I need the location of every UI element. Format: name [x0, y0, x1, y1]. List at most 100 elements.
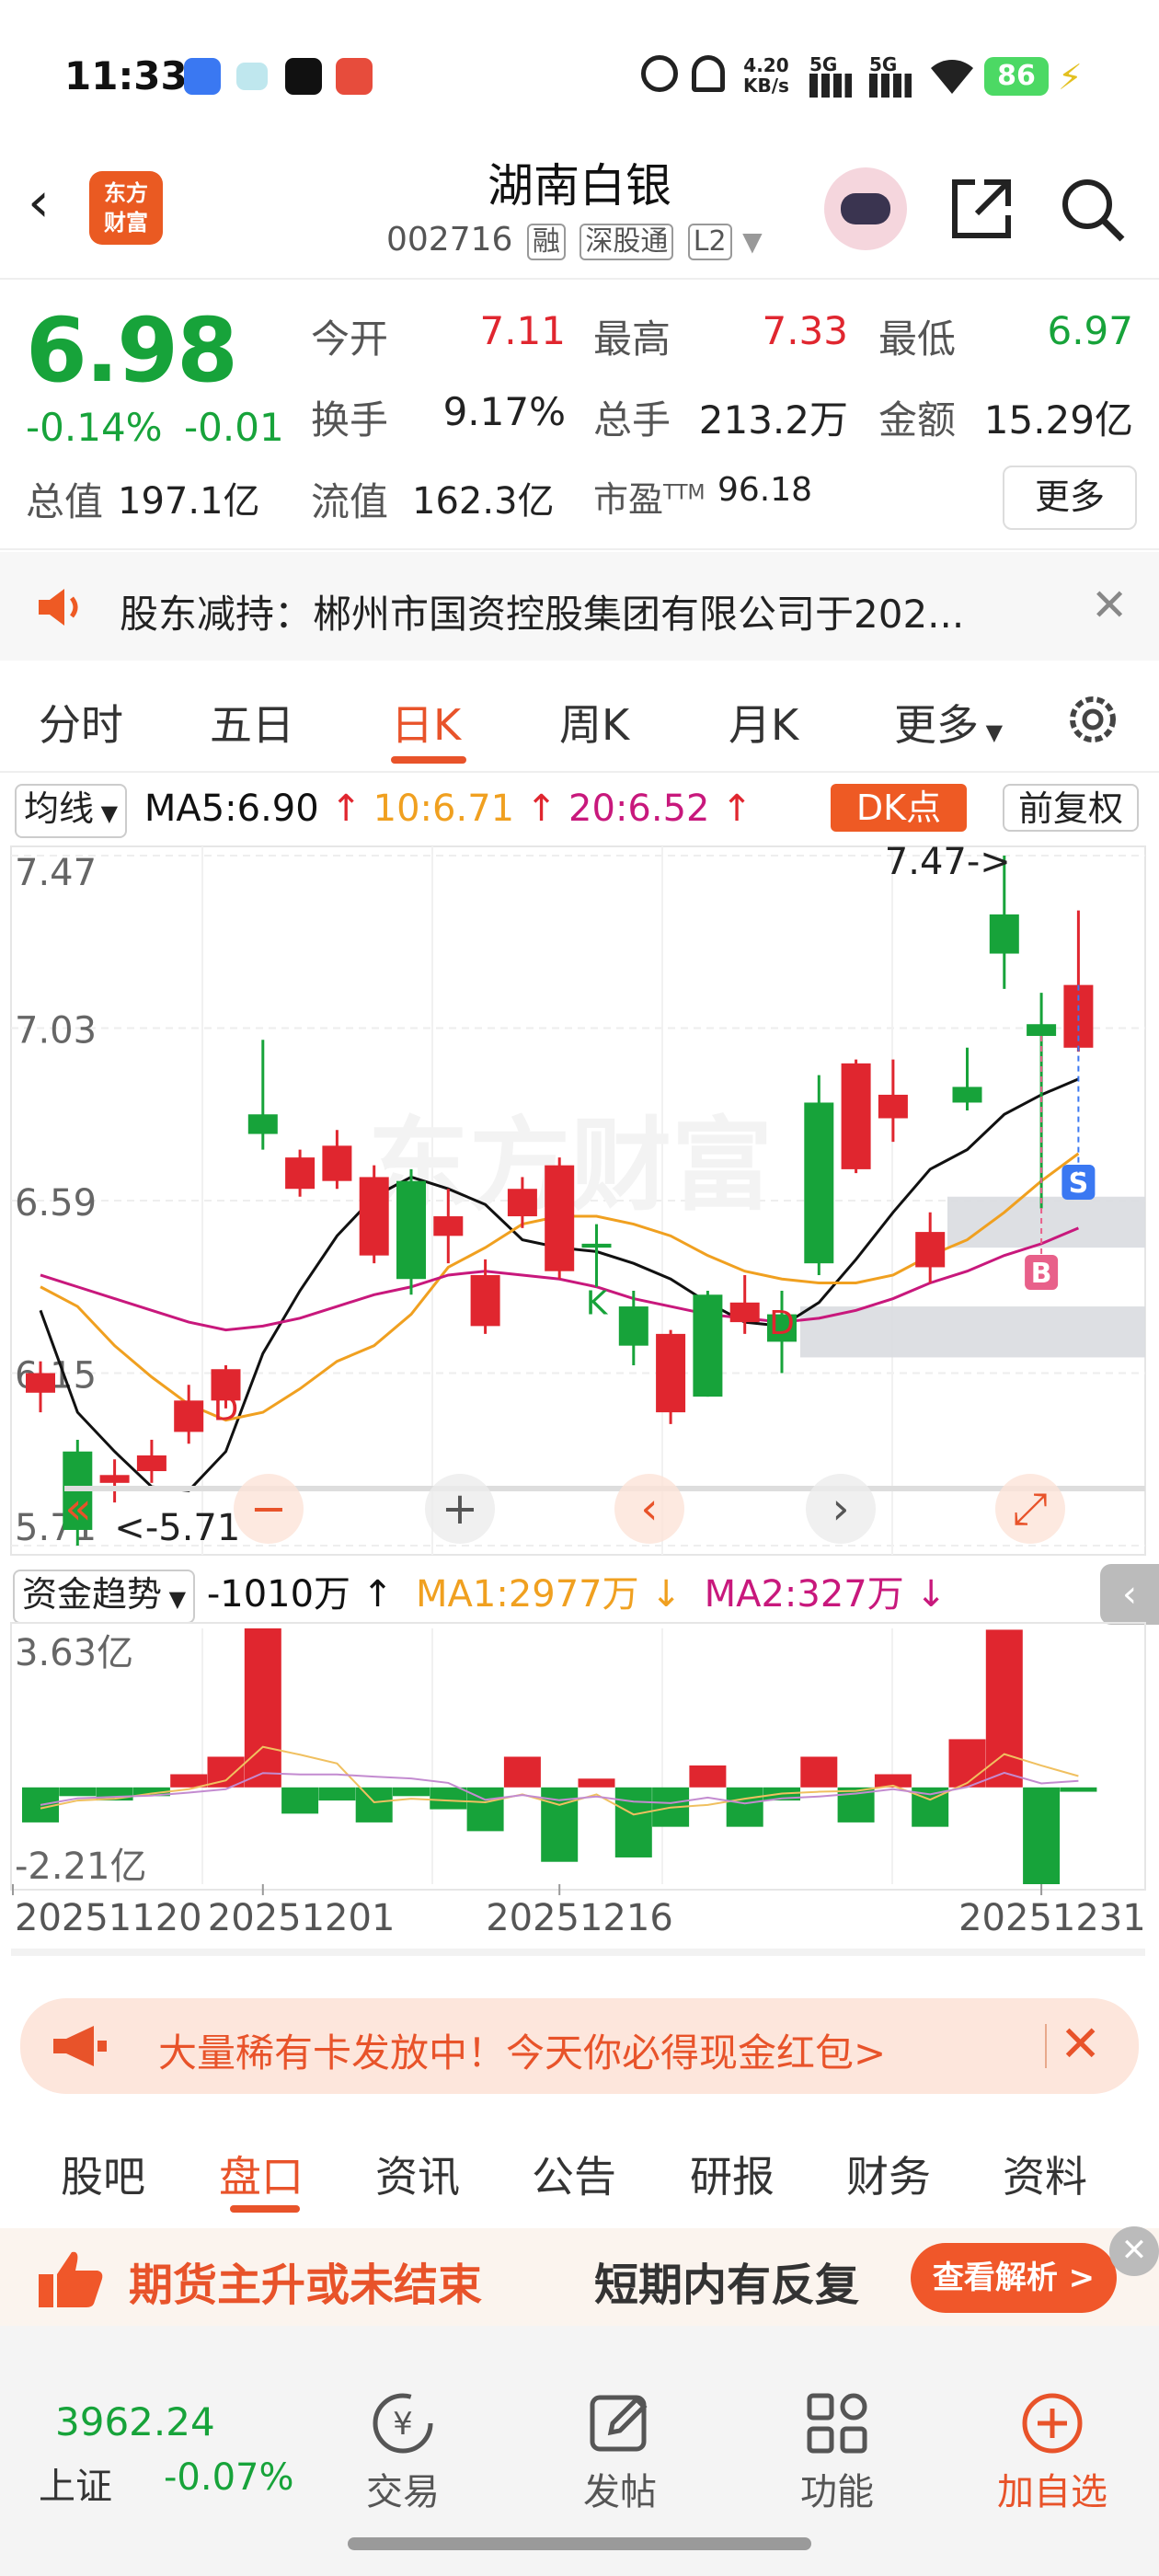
- ad-headline: 期货主升或未结束: [129, 2260, 483, 2311]
- footer-add-watchlist-label[interactable]: 加自选: [979, 2462, 1126, 2515]
- nav-prev-icon[interactable]: ‹: [614, 1474, 684, 1544]
- share-icon[interactable]: [947, 175, 1016, 243]
- more-quote-button[interactable]: 更多: [1003, 466, 1137, 530]
- ma20-value: 20:6.52: [568, 788, 710, 830]
- search-icon[interactable]: [1058, 175, 1126, 243]
- zoom-out-icon[interactable]: −: [234, 1474, 304, 1544]
- collapse-panel-button[interactable]: ‹: [1100, 1564, 1159, 1625]
- quote-value: 15.29亿: [983, 397, 1133, 443]
- status-bar: 11:33 4.20 KB/s 5G 5G 86 ⚡: [0, 0, 1159, 156]
- candle-body: [729, 1302, 760, 1323]
- fund-bottom-pad: [11, 1949, 1145, 1956]
- quote-value: 96.18: [717, 471, 813, 509]
- candle-body: [359, 1177, 389, 1256]
- zone-box: [947, 1196, 1145, 1248]
- signal-2-icon: [869, 74, 912, 98]
- nav-next-icon[interactable]: ›: [806, 1474, 876, 1544]
- fund-bar: [281, 1787, 319, 1814]
- app-logo: 东方 财富: [89, 171, 163, 245]
- promo-text: 大量稀有卡发放中！今天你必得现金红包>: [158, 2030, 887, 2076]
- close-icon[interactable]: ✕: [1060, 2015, 1101, 2073]
- quote-value: 213.2万: [698, 397, 848, 443]
- yuan-trade-icon[interactable]: ¥: [368, 2388, 438, 2458]
- quote-value: 197.1亿: [118, 480, 260, 523]
- info-tab-3[interactable]: 公告: [532, 2144, 616, 2204]
- ad-strip[interactable]: 期货主升或未结束 短期内有反复 查看解析 > ✕: [0, 2226, 1159, 2326]
- alarm-icon: [641, 55, 678, 92]
- change-percent: -0.14%: [26, 405, 163, 450]
- min-price-marker: <-5.71: [114, 1507, 240, 1549]
- candle-body: [952, 1087, 982, 1103]
- close-icon[interactable]: ✕: [1109, 2226, 1159, 2276]
- close-icon[interactable]: ✕: [1091, 580, 1128, 631]
- footer-functions-label[interactable]: 功能: [763, 2462, 911, 2515]
- fund-bar: [244, 1628, 281, 1788]
- fullscreen-icon[interactable]: ⤢: [995, 1474, 1065, 1544]
- candle-body: [841, 1063, 871, 1169]
- nav-button-glyph: ⤢: [1013, 1483, 1048, 1535]
- candle-body: [878, 1094, 908, 1119]
- candle-body: [618, 1306, 648, 1346]
- candle-body: [581, 1243, 612, 1248]
- index-change: -0.07%: [164, 2456, 294, 2499]
- info-tab-2[interactable]: 资讯: [375, 2144, 460, 2204]
- tab-5[interactable]: 更多 ▼: [894, 692, 1003, 753]
- dk-point-button[interactable]: DK点: [831, 784, 967, 832]
- candle-body: [285, 1157, 316, 1190]
- announcement-bar[interactable]: 股东减持：郴州市国资控股集团有限公司于202... ✕: [0, 552, 1159, 661]
- index-value[interactable]: 3962.24: [55, 2399, 215, 2444]
- footer-trade-label[interactable]: 交易: [329, 2462, 476, 2515]
- candle-body: [99, 1475, 130, 1483]
- apps-grid-icon[interactable]: [802, 2388, 872, 2458]
- candle-body: [433, 1216, 464, 1236]
- fund-selector[interactable]: 资金趋势 ▼: [13, 1570, 196, 1624]
- assistant-robot-icon[interactable]: [824, 167, 907, 250]
- back-button[interactable]: ‹: [28, 175, 50, 230]
- settings-gear-icon[interactable]: [1063, 690, 1122, 749]
- chevron-down-icon[interactable]: ▼: [742, 226, 763, 257]
- info-tab-4[interactable]: 研报: [690, 2144, 775, 2204]
- stock-code: 002716: [386, 221, 513, 259]
- tiktok-icon: [285, 58, 322, 95]
- candle-body: [26, 1373, 55, 1393]
- quote-value: 7.33: [762, 308, 848, 353]
- candle-body: [136, 1455, 166, 1472]
- tab-3[interactable]: 周K: [559, 692, 629, 753]
- quote-label: 流值: [311, 479, 389, 524]
- info-tab-0[interactable]: 股吧: [61, 2144, 145, 2204]
- charging-icon: ⚡: [1058, 57, 1083, 98]
- quote-divider: [0, 548, 1159, 550]
- info-tab-5[interactable]: 财务: [846, 2144, 931, 2204]
- info-tab-6[interactable]: 资料: [1003, 2144, 1087, 2204]
- info-tab-1[interactable]: 盘口: [219, 2144, 304, 2204]
- signal-1-icon: [809, 74, 852, 98]
- adjust-button[interactable]: 前复权: [1003, 784, 1139, 832]
- add-watchlist-icon[interactable]: [1017, 2388, 1087, 2458]
- tab-1[interactable]: 五日: [210, 692, 294, 753]
- x-tick-label: 20251120: [15, 1897, 202, 1939]
- zoom-in-icon[interactable]: +: [425, 1474, 495, 1544]
- header-divider: [0, 278, 1159, 280]
- candle-body: [470, 1274, 500, 1327]
- footer-post-label[interactable]: 发帖: [546, 2462, 694, 2515]
- status-time: 11:33: [64, 53, 188, 98]
- home-indicator: [348, 2537, 811, 2550]
- candle-body: [174, 1400, 204, 1432]
- fund-trend-chart[interactable]: 3.63亿 -2.21亿 20251120 20251201 20251216 20251…: [0, 1621, 1159, 1980]
- fund-ma2: MA2:327万 ↓: [704, 1573, 947, 1616]
- tab-4[interactable]: 月K: [729, 692, 798, 753]
- tab-0[interactable]: 分时: [39, 692, 123, 753]
- ma-selector[interactable]: 均线 ▼: [15, 784, 128, 838]
- kline-chart[interactable]: 7.477.036.596.155.71东方财富7.47-><-5.71DKDS…: [0, 837, 1159, 1564]
- ad-view-button[interactable]: 查看解析 >: [911, 2243, 1117, 2313]
- fund-bar: [59, 1787, 97, 1797]
- quote-value: 6.97: [1047, 308, 1133, 353]
- promo-banner[interactable]: 大量稀有卡发放中！今天你必得现金红包> ✕: [20, 1998, 1139, 2094]
- tab-2[interactable]: 日K: [391, 692, 461, 753]
- nav-button-glyph: ›: [832, 1483, 849, 1535]
- edit-post-icon[interactable]: [585, 2388, 655, 2458]
- fund-bar: [1023, 1787, 1061, 1884]
- fund-bar: [1060, 1787, 1097, 1792]
- nav-first-icon[interactable]: «: [64, 1483, 91, 1535]
- tabs-divider: [0, 771, 1159, 773]
